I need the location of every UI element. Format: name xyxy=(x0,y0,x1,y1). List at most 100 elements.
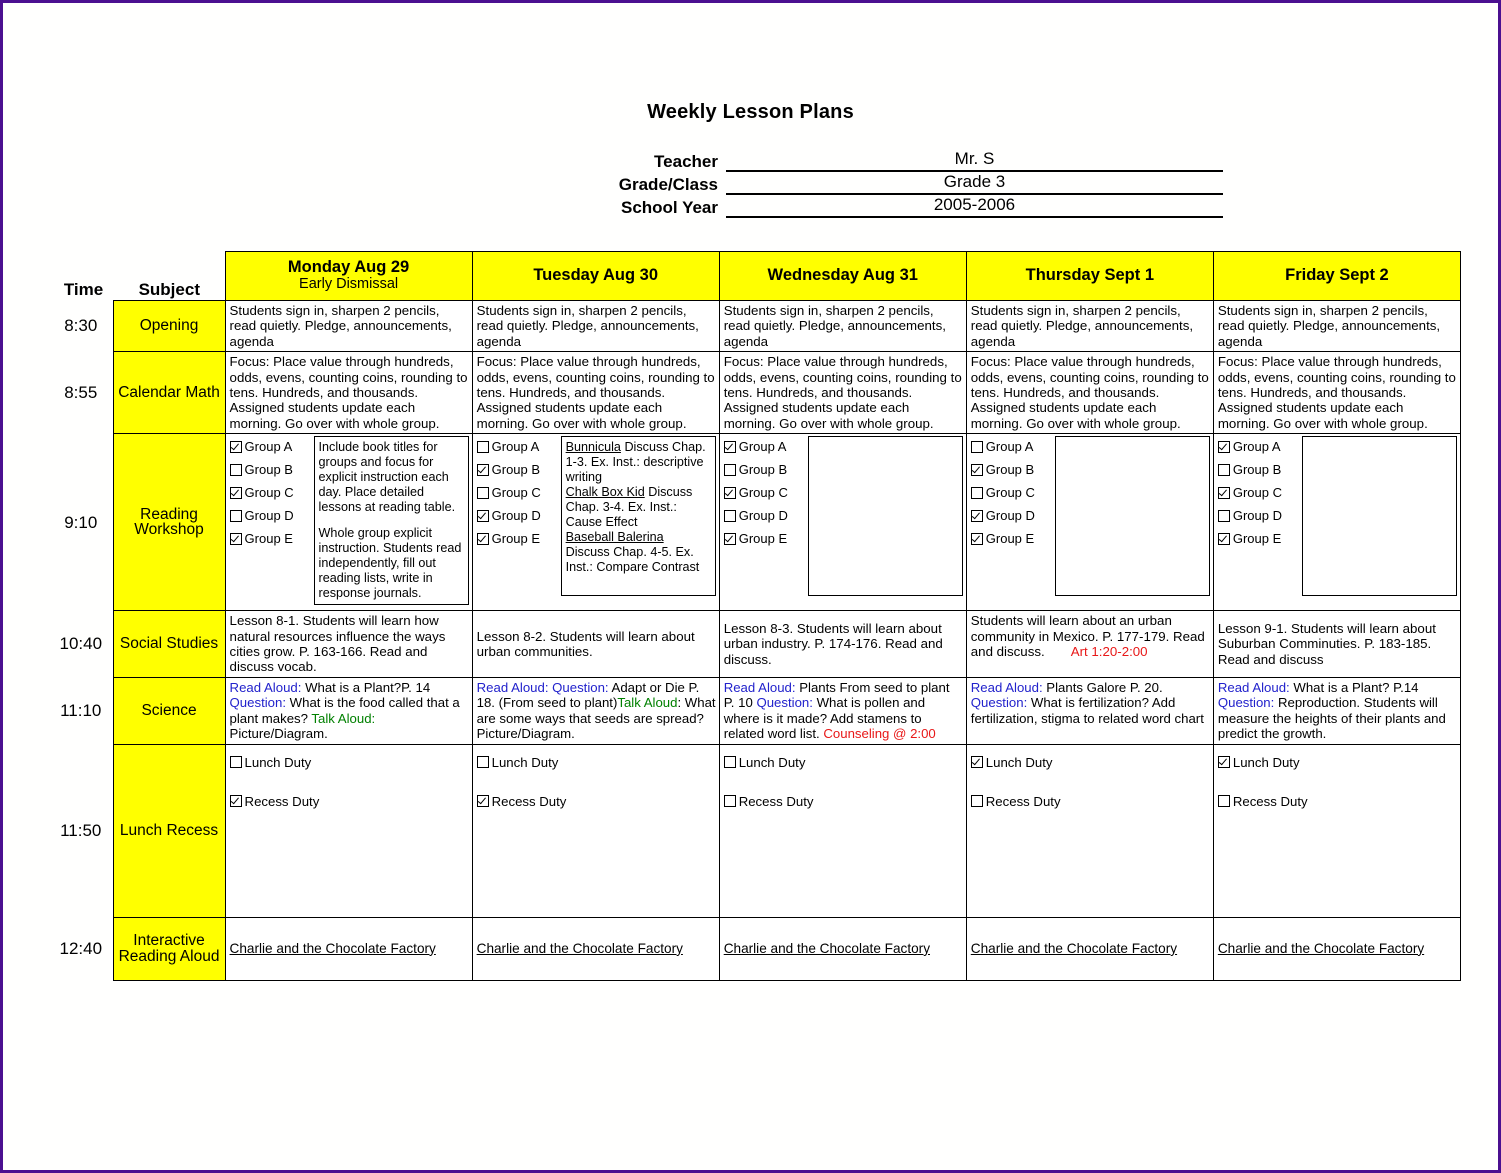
checked-checkbox-icon[interactable] xyxy=(970,533,983,546)
group-checkbox-row-wednesday-c[interactable]: Group C xyxy=(723,486,802,500)
group-checkbox-row-thursday-a[interactable]: Group A xyxy=(970,440,1049,454)
group-checkbox-row-tuesday-a[interactable]: Group A xyxy=(476,440,555,454)
unchecked-checkbox-icon[interactable] xyxy=(970,794,983,807)
checked-checkbox-icon[interactable] xyxy=(229,487,242,500)
cell-calendar-math-wednesday[interactable]: Focus: Place value through hundreds, odd… xyxy=(718,351,967,435)
group-checkbox-row-monday-c[interactable]: Group C xyxy=(229,486,308,500)
cell-science-tuesday[interactable]: Read Aloud: Question: Adapt or Die P. 18… xyxy=(471,676,720,745)
group-checkbox-row-tuesday-d[interactable]: Group D xyxy=(476,509,555,523)
cell-lunch-recess-wednesday[interactable]: Lunch Duty Recess Duty xyxy=(718,743,967,918)
cell-social-studies-thursday[interactable]: Students will learn about an urban commu… xyxy=(965,610,1214,678)
checked-checkbox-icon[interactable] xyxy=(723,441,736,454)
unchecked-checkbox-icon[interactable] xyxy=(970,487,983,500)
cell-opening-friday[interactable]: Students sign in, sharpen 2 pencils, rea… xyxy=(1212,299,1462,353)
reading-note-box-thursday[interactable] xyxy=(1054,436,1210,597)
checked-checkbox-icon[interactable] xyxy=(1217,487,1230,500)
group-checkbox-row-friday-b[interactable]: Group B xyxy=(1217,463,1296,477)
meta-value-school-year[interactable]: 2005-2006 xyxy=(726,195,1223,218)
lunch-duty-row-tuesday[interactable]: Lunch Duty xyxy=(476,755,716,770)
reading-note-box-monday[interactable]: Include book titles for groups and focus… xyxy=(313,436,469,606)
cell-opening-tuesday[interactable]: Students sign in, sharpen 2 pencils, rea… xyxy=(471,299,720,353)
unchecked-checkbox-icon[interactable] xyxy=(723,464,736,477)
unchecked-checkbox-icon[interactable] xyxy=(1217,464,1230,477)
recess-duty-row-wednesday[interactable]: Recess Duty xyxy=(723,794,963,809)
unchecked-checkbox-icon[interactable] xyxy=(723,755,736,768)
cell-opening-wednesday[interactable]: Students sign in, sharpen 2 pencils, rea… xyxy=(718,299,967,353)
cell-reading-workshop-wednesday[interactable]: Group A Group B Group C Group D Group E xyxy=(718,433,967,612)
cell-reading-workshop-tuesday[interactable]: Group A Group B Group C Group D Group E Bunni… xyxy=(471,433,720,612)
lunch-duty-row-friday[interactable]: Lunch Duty xyxy=(1217,755,1457,770)
checked-checkbox-icon[interactable] xyxy=(229,533,242,546)
cell-social-studies-monday[interactable]: Lesson 8-1. Students will learn how natu… xyxy=(224,610,473,678)
checked-checkbox-icon[interactable] xyxy=(1217,533,1230,546)
checked-checkbox-icon[interactable] xyxy=(476,510,489,523)
group-checkbox-row-friday-c[interactable]: Group C xyxy=(1217,486,1296,500)
cell-calendar-math-tuesday[interactable]: Focus: Place value through hundreds, odd… xyxy=(471,351,720,435)
unchecked-checkbox-icon[interactable] xyxy=(229,464,242,477)
group-checkbox-row-tuesday-b[interactable]: Group B xyxy=(476,463,555,477)
group-checkbox-row-monday-a[interactable]: Group A xyxy=(229,440,308,454)
unchecked-checkbox-icon[interactable] xyxy=(723,794,736,807)
cell-social-studies-friday[interactable]: Lesson 9-1. Students will learn about Su… xyxy=(1212,610,1462,678)
group-checkbox-row-wednesday-a[interactable]: Group A xyxy=(723,440,802,454)
unchecked-checkbox-icon[interactable] xyxy=(1217,794,1230,807)
group-checkbox-row-monday-d[interactable]: Group D xyxy=(229,509,308,523)
checked-checkbox-icon[interactable] xyxy=(1217,755,1230,768)
checked-checkbox-icon[interactable] xyxy=(723,487,736,500)
cell-interactive-reading-monday[interactable]: Charlie and the Chocolate Factory xyxy=(224,916,473,981)
cell-science-thursday[interactable]: Read Aloud: Plants Galore P. 20. Questio… xyxy=(965,676,1214,745)
reading-note-box-tuesday[interactable]: Bunnicula Discuss Chap. 1-3. Ex. Inst.: … xyxy=(560,436,716,597)
cell-lunch-recess-thursday[interactable]: Lunch Duty Recess Duty xyxy=(965,743,1214,918)
unchecked-checkbox-icon[interactable] xyxy=(476,441,489,454)
lunch-duty-row-thursday[interactable]: Lunch Duty xyxy=(970,755,1210,770)
cell-reading-workshop-thursday[interactable]: Group A Group B Group C Group D Group E xyxy=(965,433,1214,612)
unchecked-checkbox-icon[interactable] xyxy=(723,510,736,523)
group-checkbox-row-wednesday-b[interactable]: Group B xyxy=(723,463,802,477)
unchecked-checkbox-icon[interactable] xyxy=(476,487,489,500)
cell-reading-workshop-monday[interactable]: Group A Group B Group C Group D Group E Inclu… xyxy=(224,433,473,612)
unchecked-checkbox-icon[interactable] xyxy=(970,441,983,454)
group-checkbox-row-monday-b[interactable]: Group B xyxy=(229,463,308,477)
lunch-duty-row-monday[interactable]: Lunch Duty xyxy=(229,755,469,770)
group-checkbox-row-thursday-e[interactable]: Group E xyxy=(970,532,1049,546)
unchecked-checkbox-icon[interactable] xyxy=(1217,510,1230,523)
checked-checkbox-icon[interactable] xyxy=(970,755,983,768)
checked-checkbox-icon[interactable] xyxy=(476,794,489,807)
recess-duty-row-friday[interactable]: Recess Duty xyxy=(1217,794,1457,809)
group-checkbox-row-wednesday-d[interactable]: Group D xyxy=(723,509,802,523)
group-checkbox-row-wednesday-e[interactable]: Group E xyxy=(723,532,802,546)
checked-checkbox-icon[interactable] xyxy=(1217,441,1230,454)
checked-checkbox-icon[interactable] xyxy=(723,533,736,546)
unchecked-checkbox-icon[interactable] xyxy=(229,510,242,523)
cell-social-studies-wednesday[interactable]: Lesson 8-3. Students will learn about ur… xyxy=(718,610,967,678)
checked-checkbox-icon[interactable] xyxy=(476,533,489,546)
cell-calendar-math-monday[interactable]: Focus: Place value through hundreds, odd… xyxy=(224,351,473,435)
group-checkbox-row-friday-a[interactable]: Group A xyxy=(1217,440,1296,454)
cell-lunch-recess-tuesday[interactable]: Lunch Duty Recess Duty xyxy=(471,743,720,918)
checked-checkbox-icon[interactable] xyxy=(229,441,242,454)
cell-science-monday[interactable]: Read Aloud: What is a Plant?P. 14 Questi… xyxy=(224,676,473,745)
cell-reading-workshop-friday[interactable]: Group A Group B Group C Group D Group E xyxy=(1212,433,1462,612)
recess-duty-row-tuesday[interactable]: Recess Duty xyxy=(476,794,716,809)
lunch-duty-row-wednesday[interactable]: Lunch Duty xyxy=(723,755,963,770)
cell-interactive-reading-friday[interactable]: Charlie and the Chocolate Factory xyxy=(1212,916,1462,981)
cell-interactive-reading-wednesday[interactable]: Charlie and the Chocolate Factory xyxy=(718,916,967,981)
cell-opening-thursday[interactable]: Students sign in, sharpen 2 pencils, rea… xyxy=(965,299,1214,353)
group-checkbox-row-tuesday-e[interactable]: Group E xyxy=(476,532,555,546)
cell-lunch-recess-monday[interactable]: Lunch Duty Recess Duty xyxy=(224,743,473,918)
group-checkbox-row-monday-e[interactable]: Group E xyxy=(229,532,308,546)
group-checkbox-row-thursday-b[interactable]: Group B xyxy=(970,463,1049,477)
unchecked-checkbox-icon[interactable] xyxy=(476,755,489,768)
cell-science-friday[interactable]: Read Aloud: What is a Plant? P.14 Questi… xyxy=(1212,676,1462,745)
cell-opening-monday[interactable]: Students sign in, sharpen 2 pencils, rea… xyxy=(224,299,473,353)
cell-lunch-recess-friday[interactable]: Lunch Duty Recess Duty xyxy=(1212,743,1462,918)
recess-duty-row-monday[interactable]: Recess Duty xyxy=(229,794,469,809)
cell-interactive-reading-thursday[interactable]: Charlie and the Chocolate Factory xyxy=(965,916,1214,981)
checked-checkbox-icon[interactable] xyxy=(970,510,983,523)
meta-value-grade[interactable]: Grade 3 xyxy=(726,172,1223,195)
checked-checkbox-icon[interactable] xyxy=(229,794,242,807)
meta-value-teacher[interactable]: Mr. S xyxy=(726,149,1223,172)
unchecked-checkbox-icon[interactable] xyxy=(229,755,242,768)
checked-checkbox-icon[interactable] xyxy=(970,464,983,477)
recess-duty-row-thursday[interactable]: Recess Duty xyxy=(970,794,1210,809)
